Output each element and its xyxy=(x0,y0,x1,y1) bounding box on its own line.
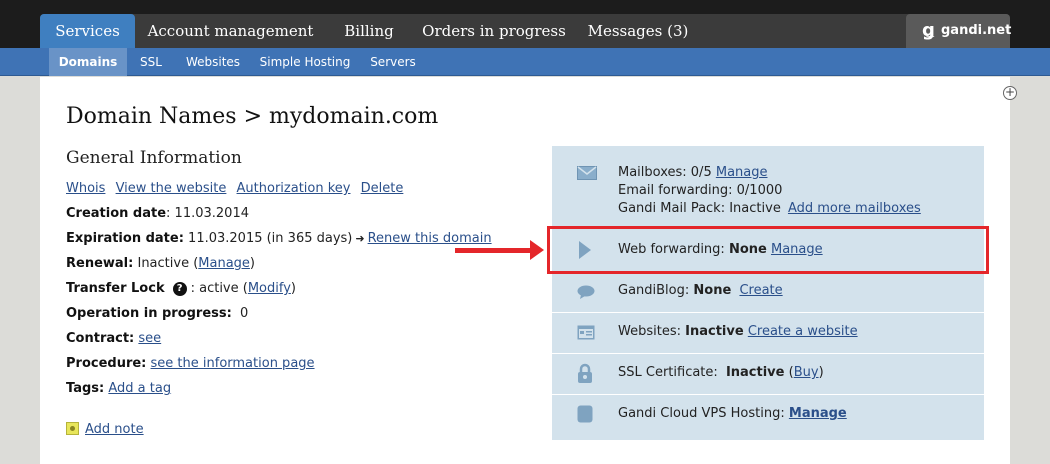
mailboxes-manage-link[interactable]: Manage xyxy=(716,165,768,180)
whois-link[interactable]: Whois xyxy=(66,181,105,196)
contract-see-link[interactable]: see xyxy=(138,331,161,346)
email-forwarding-line: Email forwarding: 0/1000 xyxy=(618,183,783,198)
brand-logo[interactable]: ǥ gandi.net xyxy=(906,14,1012,48)
contract-row: Contract: see xyxy=(66,331,161,346)
procedure-info-link[interactable]: see the information page xyxy=(151,356,315,371)
add-note-link[interactable]: Add note xyxy=(85,422,144,437)
websites-label: Websites: xyxy=(618,324,681,339)
ssl-close: ) xyxy=(818,365,824,380)
ssl-label: SSL Certificate: xyxy=(618,365,718,380)
annotation-highlight-box xyxy=(547,226,989,274)
tags-label: Tags: xyxy=(66,381,105,396)
creation-date-row: Creation date: 11.03.2014 xyxy=(66,206,249,221)
gandi-logo-icon: ǥ xyxy=(922,20,935,41)
arrow-right-icon: ➜ xyxy=(355,232,365,245)
gandiblog-value: None xyxy=(693,283,732,298)
transfer-lock-label: Transfer Lock xyxy=(66,281,165,296)
view-website-link[interactable]: View the website xyxy=(116,181,227,196)
expiration-date-row: Expiration date: 11.03.2015 (in 365 days… xyxy=(66,231,492,246)
mailboxes-count: Mailboxes: 0/5 xyxy=(618,165,712,180)
note-icon xyxy=(66,422,79,435)
expiration-date-value: 11.03.2015 (in 365 days) xyxy=(188,231,353,246)
expand-plus-icon[interactable]: + xyxy=(1003,86,1017,100)
add-mailboxes-link[interactable]: Add more mailboxes xyxy=(788,201,921,216)
help-icon[interactable]: ? xyxy=(172,282,187,296)
vps-manage-link[interactable]: Manage xyxy=(789,406,847,421)
vps-line: Gandi Cloud VPS Hosting: Manage xyxy=(618,406,847,421)
subtab-websites[interactable]: Websites xyxy=(180,48,246,76)
subtab-simple-hosting[interactable]: Simple Hosting xyxy=(257,48,353,76)
create-website-link[interactable]: Create a website xyxy=(748,324,858,339)
procedure-row: Procedure: see the information page xyxy=(66,356,315,371)
websites-value: Inactive xyxy=(685,324,744,339)
contract-label: Contract: xyxy=(66,331,135,346)
tab-account-management[interactable]: Account management xyxy=(138,14,323,48)
procedure-label: Procedure: xyxy=(66,356,147,371)
mailboxes-line: Mailboxes: 0/5 Manage xyxy=(618,165,768,180)
operation-row: Operation in progress: 0 xyxy=(66,306,248,321)
gandiblog-label: GandiBlog: xyxy=(618,283,690,298)
add-note-row[interactable]: Add note xyxy=(66,422,144,437)
renewal-close: ) xyxy=(249,256,255,271)
renewal-label: Renewal: xyxy=(66,256,134,271)
server-icon xyxy=(577,405,593,427)
transfer-modify-link[interactable]: Modify xyxy=(248,281,291,296)
tab-messages[interactable]: Messages (3) xyxy=(582,14,694,48)
ssl-line: SSL Certificate: Inactive (Buy) xyxy=(618,365,824,380)
gandiblog-create-link[interactable]: Create xyxy=(739,283,782,298)
brand-name: gandi.net xyxy=(941,23,1012,38)
gandiblog-line: GandiBlog: None Create xyxy=(618,283,783,298)
creation-date-label: Creation date xyxy=(66,206,167,221)
renewal-value: Inactive ( xyxy=(137,256,199,271)
blog-bubble-icon xyxy=(577,285,595,303)
subtab-ssl[interactable]: SSL xyxy=(132,48,170,76)
services-divider xyxy=(552,312,984,313)
renewal-row: Renewal: Inactive (Manage) xyxy=(66,256,255,271)
subtab-domains[interactable]: Domains xyxy=(49,48,127,76)
creation-date-value: : 11.03.2014 xyxy=(166,206,249,221)
ssl-value: Inactive xyxy=(725,365,785,380)
annotation-arrow-shaft xyxy=(455,248,535,253)
transfer-lock-row: Transfer Lock?: active (Modify) xyxy=(66,281,296,296)
mail-pack-status: Gandi Mail Pack: Inactive xyxy=(618,201,781,216)
mail-icon xyxy=(577,166,597,184)
mail-pack-line: Gandi Mail Pack: Inactive Add more mailb… xyxy=(618,201,921,216)
transfer-lock-value: : active ( xyxy=(190,281,248,296)
services-divider xyxy=(552,394,984,395)
website-icon xyxy=(577,325,595,344)
expiration-date-label: Expiration date: xyxy=(66,231,184,246)
tab-billing[interactable]: Billing xyxy=(330,14,408,48)
websites-line: Websites: Inactive Create a website xyxy=(618,324,858,339)
tab-orders-in-progress[interactable]: Orders in progress xyxy=(414,14,574,48)
vps-label: Gandi Cloud VPS Hosting: xyxy=(618,406,785,421)
page-title: Domain Names > mydomain.com xyxy=(66,104,439,129)
operation-label: Operation in progress: xyxy=(66,306,232,321)
lock-icon xyxy=(577,363,593,388)
section-title: General Information xyxy=(66,148,242,168)
transfer-close: ) xyxy=(290,281,296,296)
renewal-manage-link[interactable]: Manage xyxy=(198,256,250,271)
add-tag-link[interactable]: Add a tag xyxy=(108,381,171,396)
annotation-arrow-head xyxy=(530,240,544,260)
operation-value: 0 xyxy=(239,306,249,321)
delete-link[interactable]: Delete xyxy=(361,181,404,196)
tab-services[interactable]: Services xyxy=(40,14,135,48)
tags-row: Tags: Add a tag xyxy=(66,381,171,396)
authorization-key-link[interactable]: Authorization key xyxy=(237,181,351,196)
renew-domain-link[interactable]: Renew this domain xyxy=(368,231,492,246)
services-divider xyxy=(552,353,984,354)
action-links: Whois View the website Authorization key… xyxy=(66,181,403,196)
ssl-buy-link[interactable]: Buy xyxy=(794,365,819,380)
subtab-servers[interactable]: Servers xyxy=(364,48,422,76)
